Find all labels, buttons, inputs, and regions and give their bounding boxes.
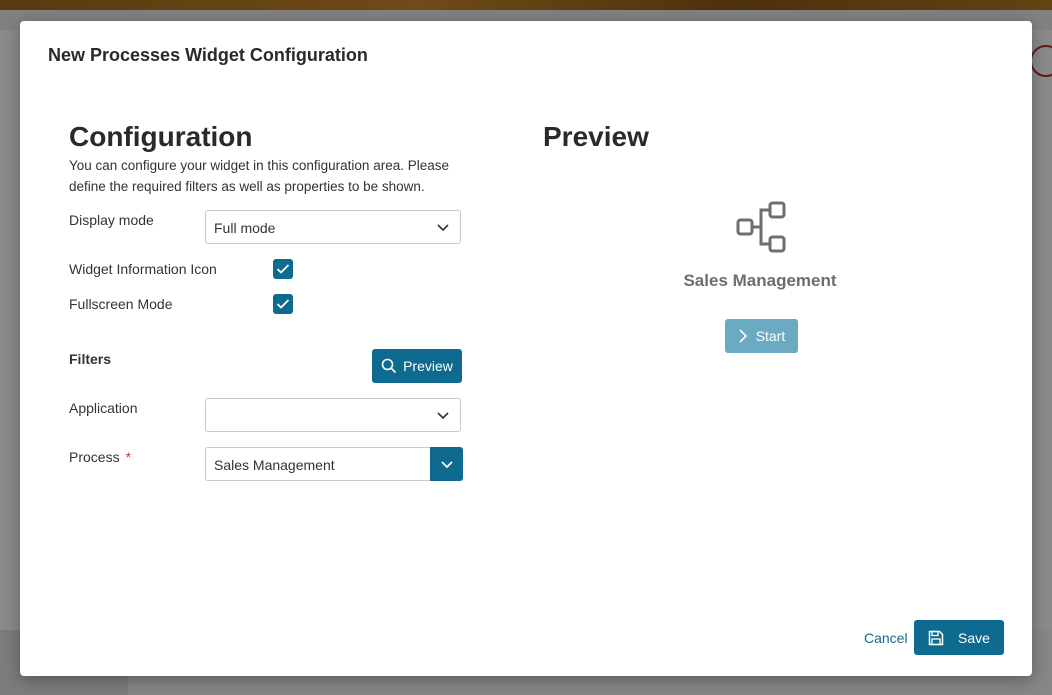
- application-select[interactable]: [205, 398, 461, 432]
- process-label: Process *: [69, 449, 131, 465]
- chevron-down-icon: [440, 461, 453, 469]
- dialog-title: New Processes Widget Configuration: [48, 45, 368, 65]
- fullscreen-mode-label: Fullscreen Mode: [69, 296, 173, 312]
- preview-button[interactable]: Preview: [372, 349, 462, 383]
- fullscreen-mode-checkbox[interactable]: [273, 294, 293, 314]
- widget-info-icon-label: Widget Information Icon: [69, 261, 217, 277]
- preview-button-label: Preview: [403, 358, 453, 374]
- configuration-section: Configuration You can configure your wid…: [69, 121, 469, 197]
- process-input[interactable]: Sales Management: [205, 447, 431, 481]
- save-button[interactable]: Save: [914, 620, 1004, 655]
- start-button-label: Start: [755, 328, 786, 344]
- start-button[interactable]: Start: [725, 319, 798, 353]
- preview-process-name: Sales Management: [683, 271, 837, 290]
- process-value: Sales Management: [214, 457, 335, 473]
- configuration-description: You can configure your widget in this co…: [69, 158, 449, 194]
- floppy-disk-icon: [928, 630, 944, 645]
- process-combobox[interactable]: Sales Management: [205, 447, 463, 481]
- widget-info-icon-checkbox[interactable]: [273, 259, 293, 279]
- search-icon: [381, 358, 397, 374]
- chevron-down-icon: [437, 224, 449, 232]
- display-mode-label: Display mode: [69, 212, 154, 228]
- display-mode-select[interactable]: Full mode: [205, 210, 461, 244]
- save-button-label: Save: [958, 629, 990, 646]
- required-marker: *: [125, 449, 132, 465]
- chevron-right-icon: [739, 329, 747, 343]
- process-label-text: Process: [69, 449, 120, 465]
- application-label: Application: [69, 400, 138, 416]
- cancel-button[interactable]: Cancel: [864, 630, 908, 646]
- display-mode-value: Full mode: [214, 220, 276, 236]
- process-dropdown-button[interactable]: [430, 447, 463, 481]
- filters-label: Filters: [69, 351, 112, 367]
- checkmark-icon: [276, 299, 290, 309]
- chevron-down-icon: [437, 412, 449, 420]
- preview-heading: Preview: [543, 121, 649, 152]
- checkmark-icon: [276, 264, 290, 274]
- widget-configuration-dialog: New Processes Widget Configuration Confi…: [20, 21, 1032, 676]
- process-flow-icon: [736, 201, 786, 253]
- configuration-heading: Configuration: [69, 121, 253, 152]
